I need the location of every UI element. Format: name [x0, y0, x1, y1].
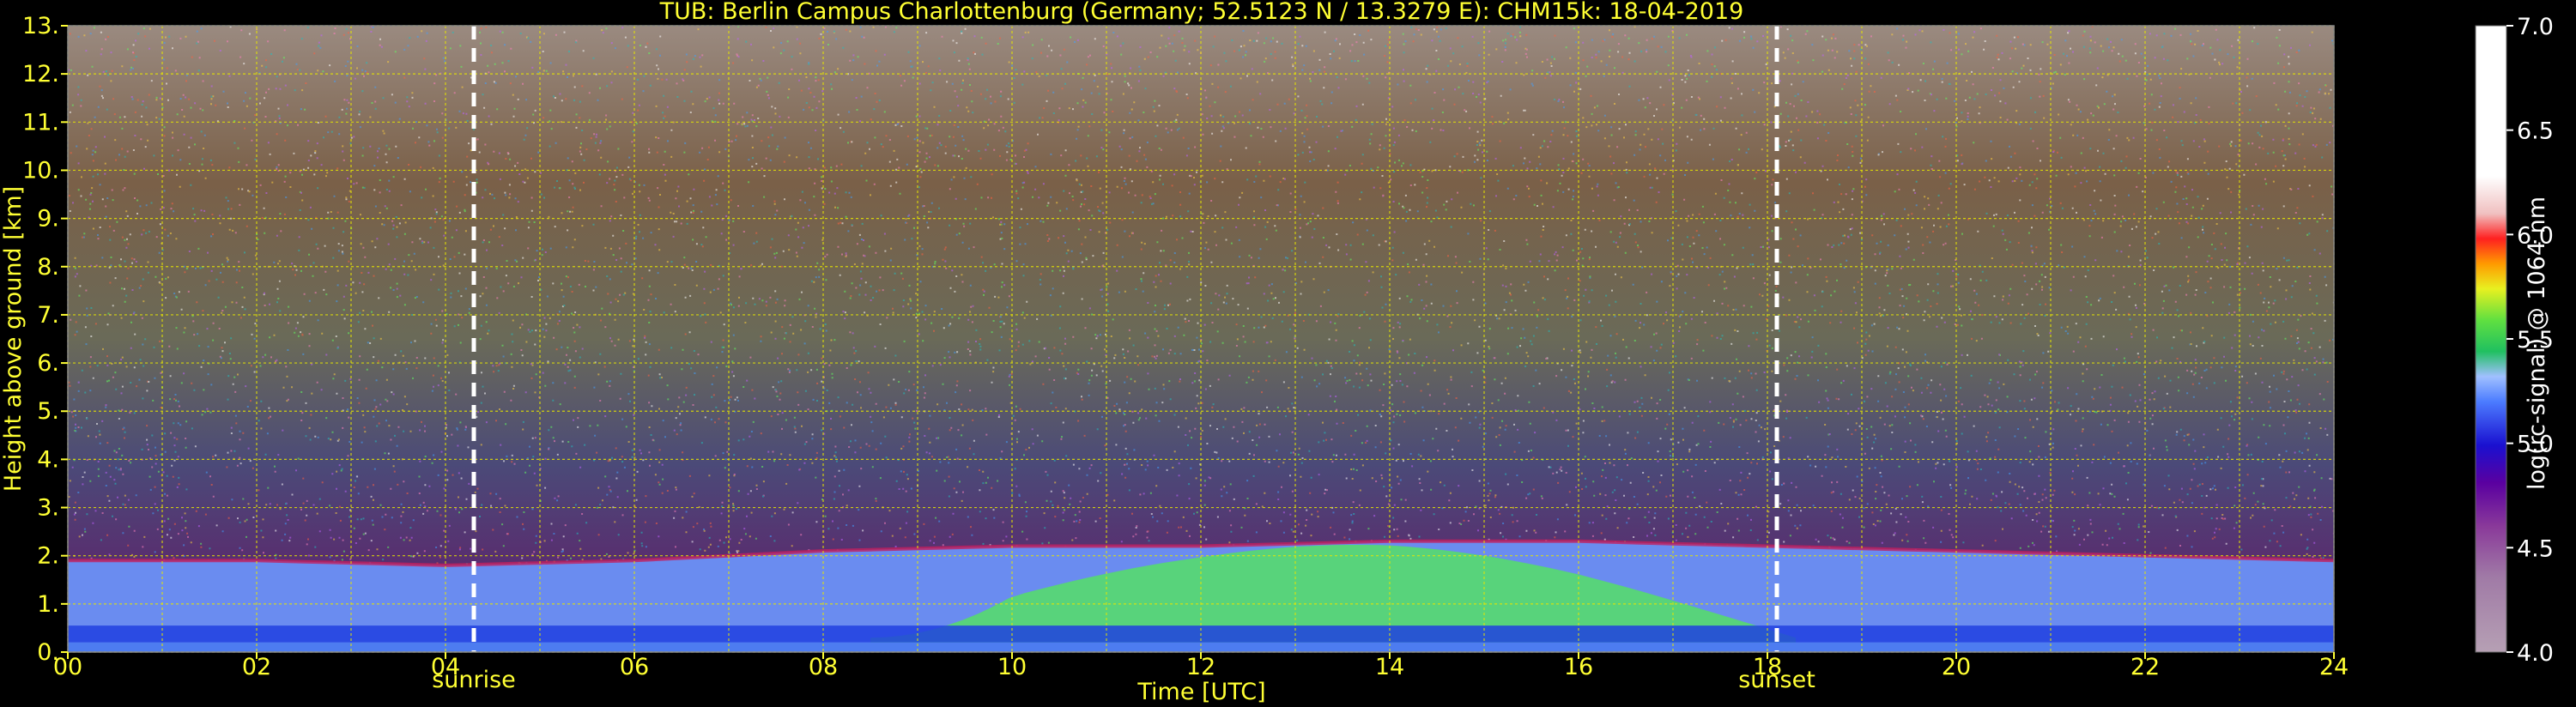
x-tick-label: 02	[242, 654, 271, 680]
y-axis-label: Height above ground [km]	[0, 186, 27, 492]
x-tick-label: 14	[1375, 654, 1404, 680]
x-axis-label: Time [UTC]	[1136, 679, 1265, 705]
colorbar-tick-label: 7.0	[2517, 14, 2554, 40]
y-tick-label: 11.	[22, 109, 59, 136]
y-tick-label: 5.	[37, 398, 59, 425]
plot-area	[68, 26, 2334, 652]
y-tick-label: 0.	[37, 639, 59, 666]
x-tick-label: 10	[997, 654, 1027, 680]
x-tick-label: 06	[620, 654, 649, 680]
y-tick-label: 12.	[22, 61, 59, 88]
x-tick-label: 24	[2319, 654, 2349, 680]
colorbar-tick-label: 4.0	[2517, 640, 2554, 667]
ceilometer-chart: sunrise sunset 00 02 04 06 08 10 12 14 16 18 20 22 24…	[0, 0, 2554, 705]
colorbar-tick-label: 4.5	[2517, 535, 2554, 562]
x-tick-label: 16	[1564, 654, 1593, 680]
y-tick-label: 8.	[37, 254, 59, 281]
x-tick-label: 22	[2131, 654, 2160, 680]
colorbar-gradient	[2475, 25, 2507, 653]
y-tick-label: 10.	[22, 157, 59, 184]
x-tick-label: 08	[809, 654, 838, 680]
colorbar-label: log(rc-signal) @ 1064 nm	[2524, 196, 2550, 490]
y-tick-label: 7.	[37, 302, 59, 329]
y-tick-label: 3.	[37, 495, 59, 522]
y-tick-label: 1.	[37, 591, 59, 618]
y-tick-label: 6.	[37, 350, 59, 377]
x-tick-label: 20	[1942, 654, 1971, 680]
y-tick-label: 9.	[37, 206, 59, 233]
colorbar-tick-label: 6.5	[2517, 118, 2554, 145]
x-tick-label: 04	[431, 654, 460, 680]
x-tick-label: 18	[1753, 654, 1782, 680]
y-tick-label: 2.	[37, 543, 59, 570]
chart-title: TUB: Berlin Campus Charlottenburg (Germa…	[659, 0, 1744, 25]
y-tick-label: 13.	[22, 13, 59, 39]
y-tick-label: 4.	[37, 446, 59, 473]
x-tick-label: 12	[1186, 654, 1215, 680]
